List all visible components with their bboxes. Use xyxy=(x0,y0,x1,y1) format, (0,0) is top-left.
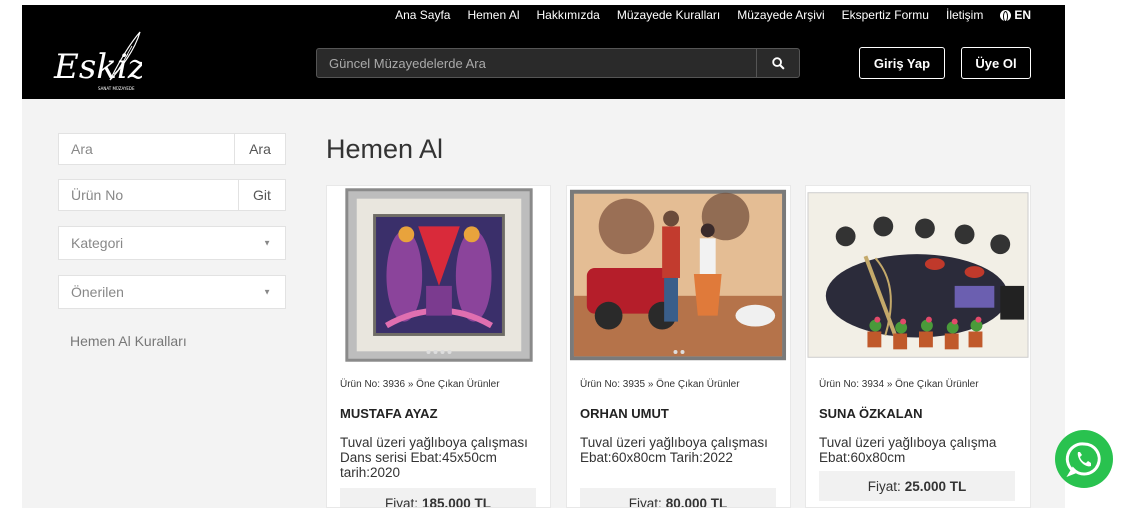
login-button[interactable]: Giriş Yap xyxy=(859,47,945,79)
product-category[interactable]: » Öne Çıkan Ürünler xyxy=(887,379,979,390)
product-no: Ürün No: 3934 xyxy=(819,379,885,390)
product-card[interactable]: Ürün No: 3934 » Öne Çıkan Ürünler SUNA Ö… xyxy=(805,185,1031,508)
product-image[interactable] xyxy=(327,186,550,364)
product-no-go-button[interactable]: Git xyxy=(238,180,285,210)
caret-down-icon: ▼ xyxy=(263,287,271,297)
product-category[interactable]: » Öne Çıkan Ürünler xyxy=(648,379,740,390)
top-navigation-bar: Ana Sayfa Hemen Al Hakkımızda Müzayede K… xyxy=(22,5,1065,25)
page-right-edge xyxy=(1110,0,1121,508)
price-box: Fiyat: 25.000 TL xyxy=(819,471,1015,501)
product-category[interactable]: » Öne Çıkan Ürünler xyxy=(408,379,500,390)
price-label: Fiyat: xyxy=(867,478,901,494)
nav-about[interactable]: Hakkımızda xyxy=(537,8,600,22)
product-description: Tuval üzeri yağlıboya çalışması Dans ser… xyxy=(340,435,528,480)
language-switch[interactable]: EN xyxy=(1000,8,1031,22)
nav-home[interactable]: Ana Sayfa xyxy=(395,8,450,22)
category-select-value: Kategori xyxy=(71,235,124,251)
logo-subtext: SANAT MÜZAYEDE xyxy=(98,86,135,91)
product-description: Tuval üzeri yağlıboya çalışması Ebat:60x… xyxy=(580,435,768,465)
price-value: 80.000 TL xyxy=(665,495,728,508)
nav-contact[interactable]: İletişim xyxy=(946,8,983,22)
product-image[interactable] xyxy=(806,186,1030,364)
page-title: Hemen Al xyxy=(326,134,444,164)
site-container: Ana Sayfa Hemen Al Hakkımızda Müzayede K… xyxy=(22,5,1065,508)
product-no: Ürün No: 3936 xyxy=(340,379,406,390)
image-carousel-dots[interactable] xyxy=(673,350,684,354)
artist-name[interactable]: MUSTAFA AYAZ xyxy=(340,406,438,421)
buy-now-rules-link[interactable]: Hemen Al Kuralları xyxy=(70,333,187,349)
product-card[interactable]: Ürün No: 3935 » Öne Çıkan Ürünler ORHAN … xyxy=(566,185,791,508)
product-card[interactable]: Ürün No: 3936 » Öne Çıkan Ürünler MUSTAF… xyxy=(326,185,551,508)
product-no: Ürün No: 3935 xyxy=(580,379,646,390)
product-meta: Ürün No: 3934 » Öne Çıkan Ürünler xyxy=(819,379,979,390)
top-nav-links: Ana Sayfa Hemen Al Hakkımızda Müzayede K… xyxy=(395,5,1031,25)
sidebar-search-input[interactable]: Ara xyxy=(71,141,93,157)
sort-select[interactable]: Önerilen ▼ xyxy=(58,275,286,309)
sidebar-search-button[interactable]: Ara xyxy=(234,134,285,164)
search-button[interactable] xyxy=(756,49,799,77)
price-label: Fiyat: xyxy=(384,495,418,508)
caret-down-icon: ▼ xyxy=(263,238,271,248)
whatsapp-icon xyxy=(1065,442,1101,478)
artist-name[interactable]: ORHAN UMUT xyxy=(580,406,669,421)
language-label: EN xyxy=(1014,8,1031,22)
auction-search-bar xyxy=(316,48,800,78)
nav-auction-archive[interactable]: Müzayede Arşivi xyxy=(737,8,824,22)
product-no-filter[interactable]: Ürün No Git xyxy=(58,179,286,211)
price-value: 25.000 TL xyxy=(904,478,967,494)
signup-button[interactable]: Üye Ol xyxy=(961,47,1031,79)
sidebar-search[interactable]: Ara Ara xyxy=(58,133,286,165)
price-box: Fiyat: 80.000 TL xyxy=(580,488,776,508)
logo-text: Eskiz xyxy=(53,47,142,87)
site-logo[interactable]: Eskiz SANAT MÜZAYEDE xyxy=(52,28,142,96)
image-carousel-dots[interactable] xyxy=(426,350,451,354)
artist-name[interactable]: SUNA ÖZKALAN xyxy=(819,406,923,421)
category-select[interactable]: Kategori ▼ xyxy=(58,226,286,260)
main-header: Eskiz SANAT MÜZAYEDE Giriş Yap Üye Ol xyxy=(22,25,1065,99)
globe-icon xyxy=(1000,9,1012,22)
nav-buy-now[interactable]: Hemen Al xyxy=(467,8,519,22)
whatsapp-chat-button[interactable] xyxy=(1055,430,1113,488)
price-label: Fiyat: xyxy=(628,495,662,508)
product-meta: Ürün No: 3936 » Öne Çıkan Ürünler xyxy=(340,379,500,390)
nav-auction-rules[interactable]: Müzayede Kuralları xyxy=(617,8,720,22)
price-value: 185.000 TL xyxy=(421,495,492,508)
product-image[interactable] xyxy=(567,186,790,364)
sort-select-value: Önerilen xyxy=(71,284,124,300)
product-no-input[interactable]: Ürün No xyxy=(71,187,123,203)
product-meta: Ürün No: 3935 » Öne Çıkan Ürünler xyxy=(580,379,740,390)
nav-expertise-form[interactable]: Ekspertiz Formu xyxy=(842,8,929,22)
price-box: Fiyat: 185.000 TL xyxy=(340,488,536,508)
auction-search-input[interactable] xyxy=(317,49,757,77)
product-description: Tuval üzeri yağlıboya çalışma Ebat:60x80… xyxy=(819,435,997,465)
search-icon xyxy=(771,56,785,70)
